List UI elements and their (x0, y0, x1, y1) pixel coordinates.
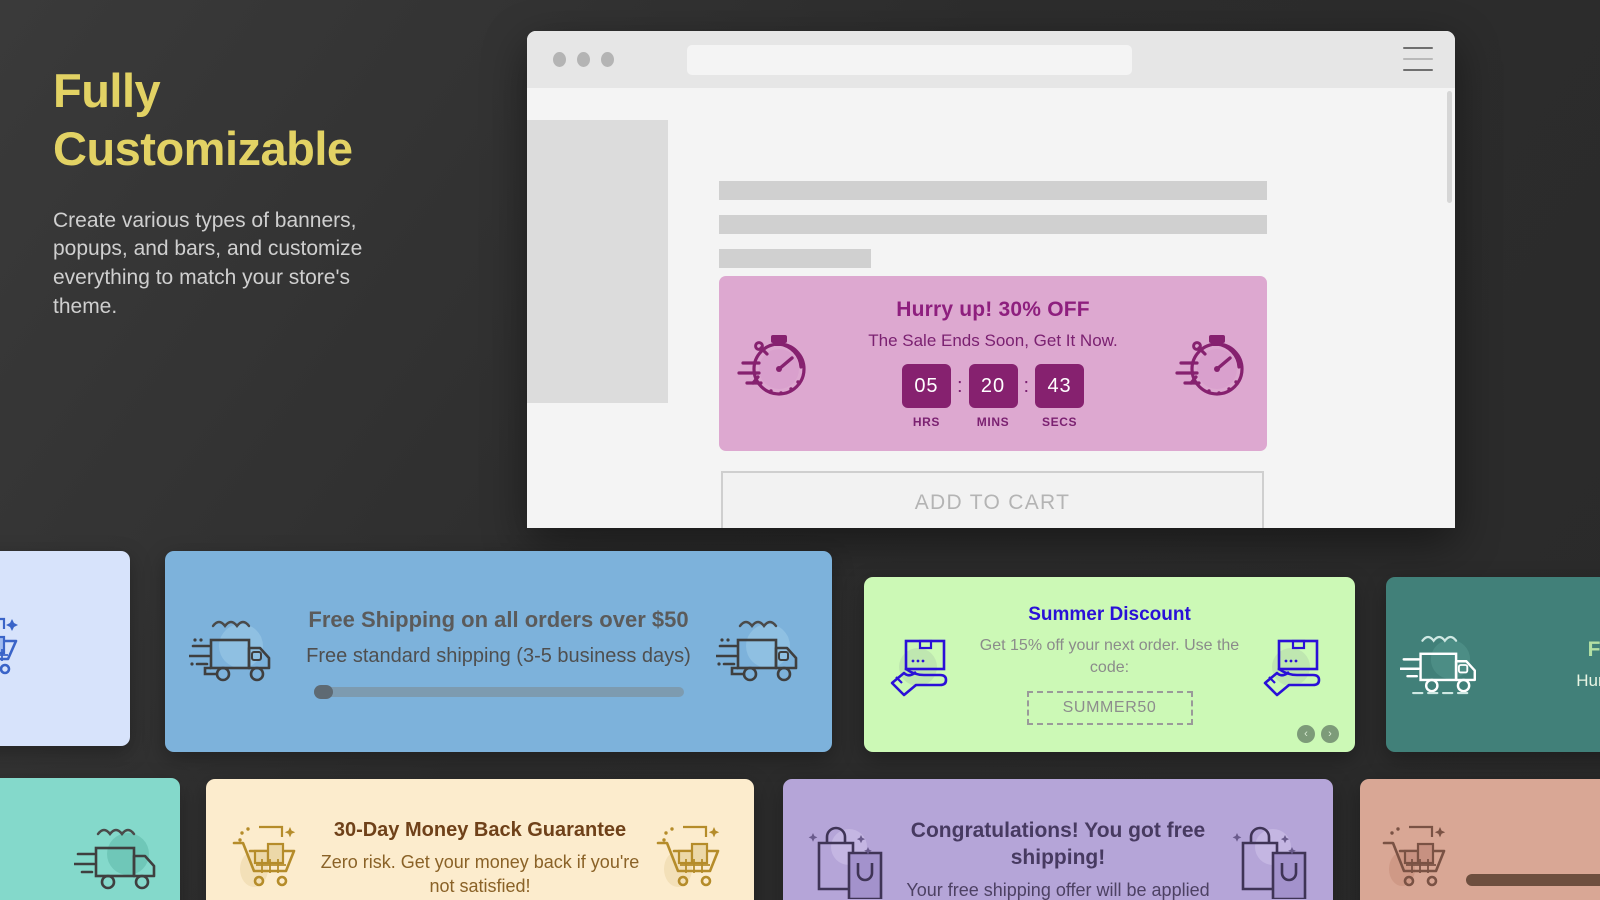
skeleton-line (719, 249, 871, 268)
minimize-dot[interactable] (577, 52, 590, 67)
countdown-seconds-value: 43 (1035, 364, 1085, 408)
shopping-cart-icon (226, 819, 310, 899)
carousel-prev-button[interactable]: ‹ (1297, 725, 1315, 743)
hero-title-line-2: Customizable (53, 122, 353, 176)
countdown-unit-seconds: 43 SECS (1035, 364, 1085, 429)
countdown-unit-minutes: 20 MINS (968, 364, 1018, 429)
countdown-hours-value: 05 (901, 364, 951, 408)
shopping-cart-icon (1376, 819, 1460, 899)
browser-chrome (527, 31, 1455, 88)
shipping-card-title: Free Shipping on all orders over $50 (308, 606, 689, 632)
summer-card-title: Summer Discount (1028, 603, 1191, 625)
browser-mockup: Hurry up! 30% OFF The Sale Ends Soon, Ge… (527, 31, 1455, 528)
close-dot[interactable] (553, 52, 566, 67)
shipping-card-content: Free Shipping on all orders over $50 Fre… (281, 606, 716, 700)
delivery-truck-icon (1400, 627, 1486, 703)
shopping-cart-icon (0, 611, 28, 687)
skeleton-line (719, 181, 1267, 200)
banner-card-summer-discount[interactable]: Summer Discount Get 15% off your next or… (864, 577, 1355, 752)
countdown-minutes-label: MINS (976, 415, 1010, 429)
countdown-title: Hurry up! 30% OFF (896, 298, 1090, 321)
countdown-unit-hours: 05 HRS (901, 364, 951, 429)
countdown-subtitle: The Sale Ends Soon, Get It Now. (868, 331, 1118, 350)
shipping-progress-bar[interactable] (313, 685, 684, 700)
guarantee-card-content: 30-Day Money Back Guarantee Zero risk. G… (310, 819, 650, 899)
countdown-timer: 05 HRS : 20 MINS : 43 SECS (811, 364, 1175, 429)
banner-card-money-back[interactable]: 30-Day Money Back Guarantee Zero risk. G… (206, 779, 754, 900)
guarantee-card-subtitle: Zero risk. Get your money back if you're… (320, 852, 640, 896)
countdown-content: Hurry up! 30% OFF The Sale Ends Soon, Ge… (811, 298, 1175, 429)
stopwatch-icon (1175, 327, 1249, 401)
carousel-next-button[interactable]: › (1321, 725, 1339, 743)
banner-card-teal[interactable]: Free Hurry u (1386, 577, 1600, 752)
product-image-placeholder (527, 120, 668, 403)
mint-card-content: ver (0, 845, 74, 871)
browser-viewport: Hurry up! 30% OFF The Sale Ends Soon, Ge… (527, 88, 1455, 528)
congrats-card-subtitle: Your free shipping offer will be applied (906, 880, 1210, 900)
salmon-card-title: You're (1466, 832, 1600, 858)
page-title: Fully Customizable (53, 62, 453, 179)
delivery-truck-icon (716, 612, 808, 692)
countdown-separator: : (1023, 375, 1030, 397)
delivery-truck-icon (189, 612, 281, 692)
guarantee-card-title: 30-Day Money Back Guarantee (333, 819, 627, 842)
countdown-minutes-value: 20 (968, 364, 1018, 408)
summer-card-content: Summer Discount Get 15% off your next or… (964, 603, 1255, 726)
content-skeleton (719, 181, 1267, 283)
delivery-truck-icon (74, 818, 166, 898)
congrats-card-title: Congratulations! You got free shipping! (910, 818, 1206, 869)
hero-section: Fully Customizable Create various types … (53, 62, 453, 322)
teal-card-content: Free Hurry u (1486, 638, 1600, 691)
window-traffic-lights (553, 52, 614, 67)
carousel-nav: ‹ › (1297, 725, 1339, 743)
hamburger-icon[interactable] (1403, 47, 1433, 71)
salmon-progress-bar[interactable] (1466, 874, 1600, 886)
shipping-progress-knob[interactable] (313, 685, 333, 700)
countdown-seconds-label: SECS (1042, 415, 1078, 429)
stopwatch-icon (737, 327, 811, 401)
banner-card-mint[interactable]: ver (0, 778, 180, 900)
shopping-bag-icon (803, 819, 889, 899)
congrats-card-content: Congratulations! You got free shipping! … (889, 817, 1227, 900)
banner-card-congratulations[interactable]: Congratulations! You got free shipping! … (783, 779, 1333, 900)
countdown-banner[interactable]: Hurry up! 30% OFF The Sale Ends Soon, Ge… (719, 276, 1267, 451)
package-in-hand-icon (1255, 627, 1337, 703)
vertical-scrollbar[interactable] (1447, 91, 1452, 203)
hero-title-line-1: Fully (53, 64, 161, 117)
shopping-bag-icon (1227, 819, 1313, 899)
countdown-separator: : (956, 375, 963, 397)
mint-card-title: ver (0, 845, 68, 871)
package-in-hand-icon (882, 627, 964, 703)
salmon-card-content: You're (1460, 832, 1600, 886)
maximize-dot[interactable] (601, 52, 614, 67)
hero-subtitle: Create various types of banners, popups,… (53, 208, 363, 318)
banner-card-lavender[interactable] (0, 551, 130, 746)
page-root: Fully Customizable Create various types … (0, 0, 1600, 900)
coupon-code-box[interactable]: SUMMER50 (1026, 691, 1193, 726)
countdown-hours-label: HRS (912, 415, 940, 429)
add-to-cart-button[interactable]: ADD TO CART (721, 471, 1264, 528)
address-bar[interactable] (687, 45, 1132, 75)
skeleton-line (719, 215, 1267, 234)
teal-card-title: Free (1587, 638, 1600, 661)
banner-card-free-shipping[interactable]: Free Shipping on all orders over $50 Fre… (165, 551, 832, 752)
summer-card-subtitle: Get 15% off your next order. Use the cod… (979, 636, 1240, 676)
shopping-cart-icon (650, 819, 734, 899)
shipping-card-subtitle: Free standard shipping (3-5 business day… (306, 645, 691, 668)
teal-card-subtitle: Hurry u (1576, 671, 1600, 690)
banner-card-salmon[interactable]: You're (1360, 779, 1600, 900)
